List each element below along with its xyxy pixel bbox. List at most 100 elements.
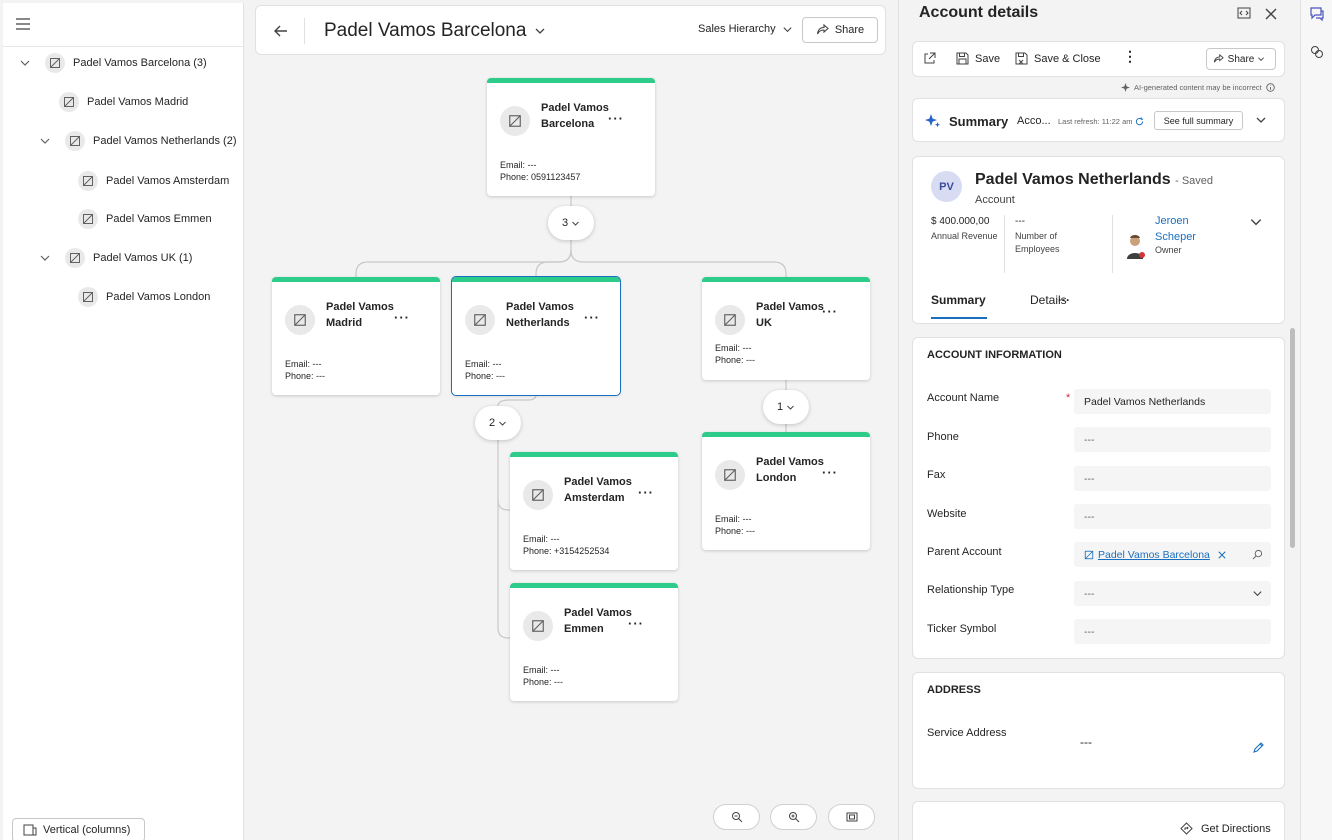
zoom-out-icon bbox=[731, 812, 742, 823]
ai-disclaimer-text: AI-generated content may be incorrect bbox=[1134, 83, 1262, 92]
get-directions-label: Get Directions bbox=[1201, 822, 1271, 835]
card-email: Email: --- bbox=[715, 343, 752, 353]
card-email: Email: --- bbox=[715, 514, 752, 524]
command-bar: Save Save & Close ⋮ Share bbox=[912, 41, 1285, 77]
chat-icon[interactable] bbox=[1309, 6, 1325, 22]
card-name: Padel Vamos London bbox=[756, 456, 824, 484]
account-details-panel: Account details Save Save & Close ⋮ Shar… bbox=[898, 0, 1299, 840]
relationship-type-value: --- bbox=[1084, 587, 1095, 600]
summary-account-label: Acco... bbox=[1017, 115, 1051, 127]
zoom-out-button[interactable] bbox=[713, 804, 760, 830]
card-email: Email: --- bbox=[523, 534, 560, 544]
tab-more[interactable]: ··· bbox=[1058, 293, 1070, 307]
card-phone: Phone: --- bbox=[523, 677, 564, 687]
phone-input[interactable]: --- bbox=[1074, 427, 1271, 452]
chevron-down-icon bbox=[1253, 591, 1262, 597]
tab-summary[interactable]: Summary bbox=[931, 293, 986, 307]
chevron-down-icon[interactable] bbox=[1249, 215, 1263, 229]
account-icon bbox=[285, 305, 315, 335]
owner-link[interactable]: Jeroen Scheper bbox=[1155, 213, 1225, 245]
edit-pencil-icon[interactable] bbox=[1252, 741, 1265, 754]
parent-account-link[interactable]: Padel Vamos Barcelona bbox=[1098, 549, 1210, 561]
fit-to-screen-button[interactable] bbox=[828, 804, 875, 830]
relationship-type-select[interactable]: --- bbox=[1074, 581, 1271, 606]
more-options-icon[interactable]: ··· bbox=[394, 310, 410, 325]
zoom-in-button[interactable] bbox=[770, 804, 817, 830]
more-commands-icon[interactable]: ⋮ bbox=[1123, 48, 1137, 65]
field-label-parent-account: Parent Account bbox=[927, 546, 1002, 558]
record-avatar: PV bbox=[931, 171, 962, 202]
fit-screen-icon bbox=[846, 812, 857, 822]
account-card-madrid[interactable]: Padel Vamos Madrid ··· Email: --- Phone:… bbox=[272, 277, 440, 395]
last-refresh-text: Last refresh: 11:22 am bbox=[1058, 117, 1133, 126]
field-label-fax: Fax bbox=[927, 469, 946, 481]
zoom-in-icon bbox=[788, 812, 799, 823]
save-button[interactable]: Save bbox=[956, 52, 1000, 65]
card-name: Padel Vamos UK bbox=[756, 301, 824, 329]
children-count: 2 bbox=[488, 417, 496, 429]
expand-children-uk[interactable]: 1 bbox=[763, 390, 809, 424]
close-icon[interactable] bbox=[1264, 7, 1278, 21]
card-name: Padel Vamos Madrid bbox=[326, 301, 394, 329]
more-options-icon[interactable]: ··· bbox=[822, 304, 838, 319]
divider bbox=[1112, 215, 1113, 273]
ticker-symbol-input[interactable]: --- bbox=[1074, 619, 1271, 644]
chevron-down-icon[interactable] bbox=[1255, 114, 1267, 126]
summary-title-text: Summary bbox=[949, 113, 1009, 129]
sparkle-icon bbox=[1121, 83, 1130, 92]
more-options-icon[interactable]: ··· bbox=[822, 465, 838, 480]
account-icon bbox=[1084, 550, 1094, 559]
copilot-sparkle-icon bbox=[925, 114, 941, 128]
account-card-uk[interactable]: Padel Vamos UK ··· Email: --- Phone: --- bbox=[702, 277, 870, 380]
save-close-icon bbox=[1015, 52, 1028, 65]
share-label: Share bbox=[1227, 53, 1255, 65]
account-card-london[interactable]: Padel Vamos London ··· Email: --- Phone:… bbox=[702, 432, 870, 550]
summary-card: Summary Acco... Last refresh: 11:22 am S… bbox=[912, 98, 1285, 142]
section-title: ADDRESS bbox=[927, 684, 981, 696]
more-options-icon[interactable]: ··· bbox=[638, 485, 654, 500]
field-label-website: Website bbox=[927, 508, 967, 520]
remove-icon[interactable] bbox=[1218, 550, 1226, 559]
more-options-icon[interactable]: ··· bbox=[608, 111, 624, 126]
expand-panel-icon[interactable] bbox=[1237, 7, 1251, 19]
chevron-down-icon bbox=[1258, 57, 1265, 61]
get-directions-button[interactable]: Get Directions bbox=[1180, 822, 1271, 835]
open-record-button[interactable] bbox=[923, 52, 942, 65]
open-new-window-icon bbox=[924, 52, 936, 64]
details-scrollbar[interactable] bbox=[1290, 328, 1295, 548]
save-icon bbox=[956, 52, 969, 65]
card-name: Padel Vamos Netherlands bbox=[506, 301, 574, 329]
more-options-icon[interactable]: ··· bbox=[628, 616, 644, 631]
see-full-summary-button[interactable]: See full summary bbox=[1154, 111, 1243, 130]
card-phone: Phone: +3154252534 bbox=[523, 546, 610, 556]
panel-title: Account details bbox=[919, 4, 1039, 21]
expand-children-netherlands[interactable]: 2 bbox=[475, 406, 521, 440]
field-label-service-address: Service Address bbox=[927, 727, 1007, 739]
number-of-employees: --- Number of Employees bbox=[1015, 214, 1085, 256]
account-card-emmen[interactable]: Padel Vamos Emmen ··· Email: --- Phone: … bbox=[510, 583, 678, 701]
annual-revenue-label: Annual Revenue bbox=[931, 231, 998, 241]
more-options-icon[interactable]: ··· bbox=[584, 310, 600, 325]
address-section: ADDRESS Service Address --- bbox=[912, 672, 1285, 789]
parent-account-lookup[interactable]: Padel Vamos Barcelona bbox=[1074, 542, 1271, 567]
refresh-icon[interactable] bbox=[1135, 117, 1144, 126]
card-name: Padel Vamos Amsterdam bbox=[564, 476, 632, 504]
info-icon[interactable] bbox=[1265, 83, 1275, 92]
account-card-barcelona[interactable]: Padel Vamos Barcelona ··· Email: --- Pho… bbox=[487, 78, 655, 196]
children-count: 3 bbox=[561, 217, 569, 229]
expand-children-barcelona[interactable]: 3 bbox=[548, 206, 594, 240]
owner-label: Owner bbox=[1155, 245, 1182, 255]
save-and-close-button[interactable]: Save & Close bbox=[1015, 52, 1101, 65]
account-card-amsterdam[interactable]: Padel Vamos Amsterdam ··· Email: --- Pho… bbox=[510, 452, 678, 570]
fax-input[interactable]: --- bbox=[1074, 466, 1271, 491]
record-name: Padel Vamos Netherlands - Saved bbox=[975, 171, 1213, 189]
website-input[interactable]: --- bbox=[1074, 504, 1271, 529]
apps-icon[interactable] bbox=[1309, 44, 1325, 60]
service-address-value: --- bbox=[1080, 735, 1092, 749]
account-card-netherlands[interactable]: Padel Vamos Netherlands ··· Email: --- P… bbox=[451, 276, 621, 396]
account-name-input[interactable]: Padel Vamos Netherlands bbox=[1074, 389, 1271, 414]
field-label-account-name: Account Name bbox=[927, 392, 1000, 404]
chevron-down-icon bbox=[787, 405, 794, 410]
share-record-button[interactable]: Share bbox=[1206, 48, 1276, 70]
search-icon[interactable] bbox=[1252, 549, 1263, 560]
